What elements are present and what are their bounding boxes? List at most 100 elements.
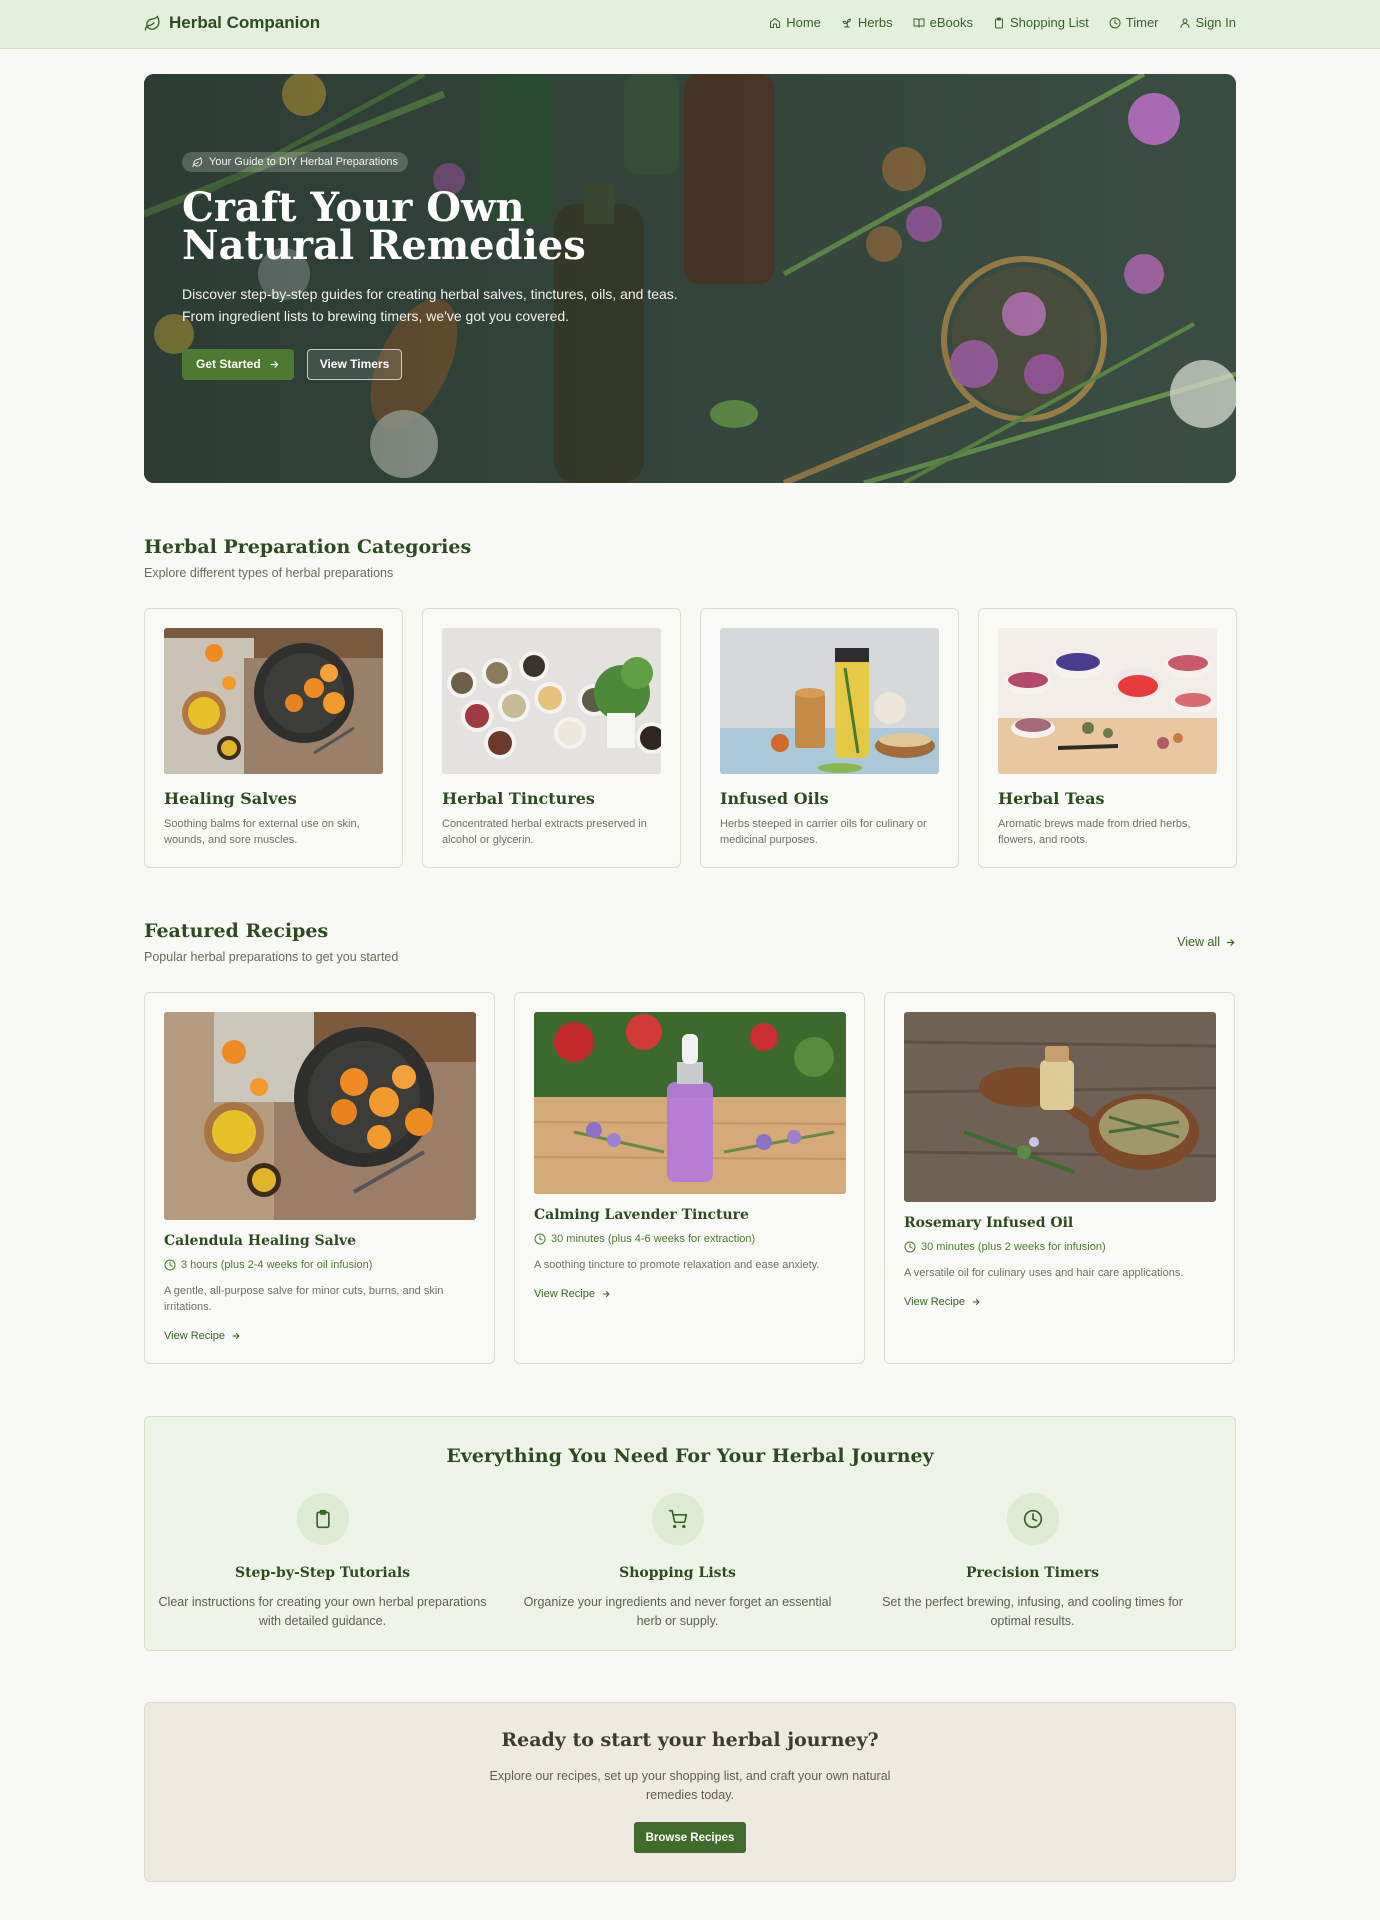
clock-icon — [1109, 17, 1121, 28]
nav-sign-in-label: Sign In — [1195, 15, 1236, 30]
features-section: Everything You Need For Your Herbal Jour… — [144, 1416, 1236, 1651]
view-recipe-link[interactable]: View Recipe — [904, 1296, 981, 1308]
nav-sign-in[interactable]: Sign In — [1179, 15, 1236, 30]
hero-content: Your Guide to DIY Herbal Preparations Cr… — [182, 152, 702, 380]
book-icon — [913, 18, 925, 27]
recipes-title: Featured Recipes — [144, 920, 329, 942]
recipe-card-calendula[interactable]: Calendula Healing Salve 3 hours (plus 2-… — [144, 992, 495, 1364]
browse-recipes-button[interactable]: Browse Recipes — [633, 1822, 747, 1853]
nav-herbs[interactable]: Herbs — [841, 15, 893, 30]
category-description: Concentrated herbal extracts preserved i… — [442, 818, 647, 846]
arrow-right-icon — [972, 1298, 980, 1306]
category-title: Infused Oils — [720, 789, 829, 808]
category-card-salves[interactable]: Healing Salves Soothing balms for extern… — [144, 608, 403, 868]
hero-description: Discover step-by-step guides for creatin… — [182, 285, 678, 324]
recipe-time-label: 30 minutes (plus 2 weeks for infusion) — [921, 1241, 1106, 1253]
user-icon — [1180, 18, 1190, 28]
hero-actions: Get Started View Timers — [182, 348, 702, 380]
nav-ebooks-label: eBooks — [929, 15, 973, 30]
view-recipe-label: View Recipe — [904, 1296, 965, 1308]
view-timers-label: View Timers — [319, 357, 390, 371]
feature-title: Precision Timers — [966, 1565, 1099, 1581]
feature-icon-circle — [1006, 1493, 1059, 1545]
recipe-time: 30 minutes (plus 4-6 weeks for extractio… — [534, 1233, 755, 1245]
browse-recipes-label: Browse Recipes — [645, 1831, 735, 1844]
cta-description: Explore our recipes, set up your shoppin… — [489, 1769, 891, 1802]
get-started-label: Get Started — [196, 357, 261, 371]
recipe-title: Calendula Healing Salve — [164, 1233, 357, 1249]
view-all-label: View all — [1177, 935, 1220, 949]
cta-title: Ready to start your herbal journey? — [501, 1729, 879, 1751]
features-title: Everything You Need For Your Herbal Jour… — [446, 1445, 934, 1467]
view-timers-button[interactable]: View Timers — [306, 348, 403, 380]
category-description: Aromatic brews made from dried herbs, fl… — [998, 818, 1191, 846]
top-navbar: Herbal Companion Home Herbs eBooks Shopp… — [0, 0, 1380, 49]
clock-icon — [534, 1233, 546, 1245]
clock-icon — [1023, 1509, 1042, 1529]
recipes-subtitle: Popular herbal preparations to get you s… — [144, 950, 399, 964]
clipboard-icon — [315, 1509, 330, 1529]
cart-icon — [668, 1509, 687, 1529]
hero-badge: Your Guide to DIY Herbal Preparations — [182, 152, 408, 172]
feature-tutorials: Step-by-Step Tutorials Clear instruction… — [145, 1493, 500, 1631]
feature-description: Clear instructions for creating your own… — [158, 1595, 487, 1628]
feature-title: Step-by-Step Tutorials — [234, 1565, 411, 1581]
rosemary-oil-image — [904, 1012, 1216, 1202]
view-recipe-label: View Recipe — [534, 1288, 595, 1300]
recipe-description: A versatile oil for culinary uses and ha… — [904, 1267, 1184, 1279]
view-recipe-label: View Recipe — [164, 1330, 225, 1342]
recipe-title: Rosemary Infused Oil — [904, 1215, 1074, 1231]
feature-timers: Precision Timers Set the perfect brewing… — [855, 1493, 1210, 1631]
nav-herbs-label: Herbs — [857, 15, 893, 30]
nav-home[interactable]: Home — [769, 15, 821, 30]
recipe-description: A gentle, all-purpose salve for minor cu… — [164, 1285, 444, 1313]
recipe-time: 30 minutes (plus 2 weeks for infusion) — [904, 1241, 1106, 1253]
category-title: Herbal Tinctures — [442, 789, 595, 808]
hero-title: Craft Your Own Natural Remedies — [182, 183, 586, 269]
leaf-icon — [144, 15, 160, 31]
feature-icon-circle — [296, 1493, 349, 1545]
category-card-tinctures[interactable]: Herbal Tinctures Concentrated herbal ext… — [422, 608, 681, 868]
lavender-tincture-image — [534, 1012, 846, 1194]
recipe-time: 3 hours (plus 2-4 weeks for oil infusion… — [164, 1259, 372, 1271]
categories-title: Herbal Preparation Categories — [144, 536, 472, 558]
view-recipe-link[interactable]: View Recipe — [164, 1330, 241, 1342]
category-description: Herbs steeped in carrier oils for culina… — [720, 818, 927, 846]
clock-icon — [904, 1241, 916, 1253]
feature-shopping-lists: Shopping Lists Organize your ingredients… — [500, 1493, 855, 1631]
category-title: Healing Salves — [164, 789, 297, 808]
brand-name: Herbal Companion — [169, 13, 321, 32]
view-recipe-link[interactable]: View Recipe — [534, 1288, 611, 1300]
home-icon — [770, 17, 781, 28]
recipe-card-lavender[interactable]: Calming Lavender Tincture 30 minutes (pl… — [514, 992, 865, 1364]
salves-image — [164, 628, 383, 774]
tinctures-image — [442, 628, 661, 774]
nav-timer[interactable]: Timer — [1109, 15, 1159, 30]
category-title: Herbal Teas — [998, 789, 1105, 808]
recipe-description: A soothing tincture to promote relaxatio… — [534, 1259, 820, 1271]
get-started-button[interactable]: Get Started — [182, 348, 294, 380]
sprout-icon — [842, 17, 851, 27]
category-description: Soothing balms for external use on skin,… — [164, 818, 360, 846]
arrow-right-icon — [270, 360, 279, 368]
clipboard-icon — [994, 17, 1003, 28]
arrow-right-icon — [1226, 938, 1235, 946]
category-card-oils[interactable]: Infused Oils Herbs steeped in carrier oi… — [700, 608, 959, 868]
oils-image — [720, 628, 939, 774]
view-all-link[interactable]: View all — [1177, 935, 1236, 949]
hero-badge-label: Your Guide to DIY Herbal Preparations — [209, 156, 398, 168]
category-card-teas[interactable]: Herbal Teas Aromatic brews made from dri… — [978, 608, 1237, 868]
feature-description: Set the perfect brewing, infusing, and c… — [882, 1595, 1183, 1628]
categories-subtitle: Explore different types of herbal prepar… — [144, 566, 394, 580]
feature-title: Shopping Lists — [619, 1565, 736, 1581]
arrow-right-icon — [232, 1332, 240, 1340]
nav-ebooks[interactable]: eBooks — [913, 15, 973, 30]
nav-home-label: Home — [786, 15, 821, 30]
recipe-card-rosemary[interactable]: Rosemary Infused Oil 30 minutes (plus 2 … — [884, 992, 1235, 1364]
recipe-time-label: 30 minutes (plus 4-6 weeks for extractio… — [551, 1233, 756, 1245]
brand-logo[interactable]: Herbal Companion — [144, 13, 320, 33]
nav-shopping-list[interactable]: Shopping List — [993, 15, 1089, 30]
cta-section: Ready to start your herbal journey? Expl… — [144, 1702, 1236, 1882]
calendula-salve-image — [164, 1012, 476, 1220]
nav-shopping-list-label: Shopping List — [1009, 15, 1089, 30]
